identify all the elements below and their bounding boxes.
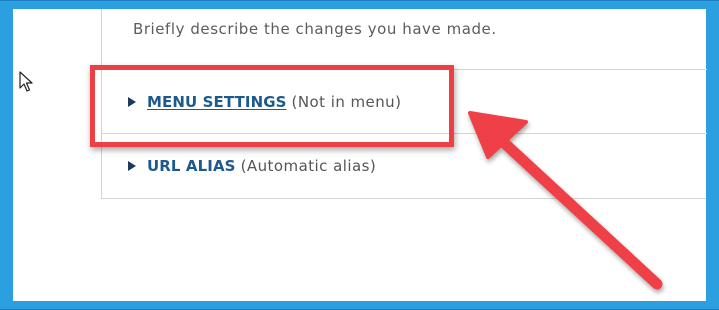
- url-alias-summary: (Automatic alias): [240, 157, 377, 175]
- section-divider: [102, 133, 707, 134]
- menu-settings-title[interactable]: MENU SETTINGS: [147, 93, 287, 111]
- triangle-right-icon: [128, 97, 136, 107]
- details-panel: Briefly describe the changes you have ma…: [101, 9, 707, 199]
- url-alias-title[interactable]: URL ALIAS: [147, 157, 236, 175]
- url-alias-toggle[interactable]: URL ALIAS (Automatic alias): [128, 157, 376, 175]
- section-divider: [102, 69, 707, 70]
- triangle-right-icon: [128, 161, 136, 171]
- revision-log-description: Briefly describe the changes you have ma…: [133, 20, 497, 38]
- menu-settings-summary: (Not in menu): [291, 93, 402, 111]
- menu-settings-toggle[interactable]: MENU SETTINGS (Not in menu): [128, 93, 401, 111]
- mouse-pointer-icon: [19, 71, 33, 92]
